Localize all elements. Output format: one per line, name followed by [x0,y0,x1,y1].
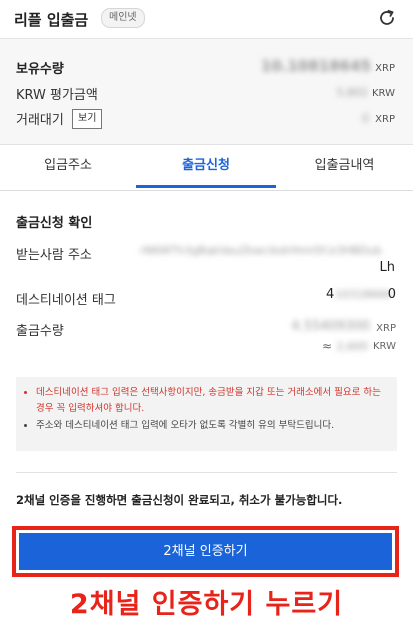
withdraw-amount-label: 출금수량 [16,324,64,339]
approx-krw-value: 2,600 [336,340,369,353]
tab-history[interactable]: 입출금내역 [276,145,413,190]
withdraw-amount-unit: XRP [376,323,396,334]
notice-item-tag-optional: 데스티네이션 태그 입력은 선택사항이지만, 송금받을 지갑 또는 거래소에서 … [36,385,387,417]
two-channel-auth-button[interactable]: 2채널 인증하기 [19,533,392,570]
confirm-warning-text: 2채널 인증을 진행하면 출금신청이 완료되고, 취소가 불가능합니다. [16,493,343,507]
refresh-icon[interactable] [376,7,398,29]
instruction-callout: 2채널 인증하기 누르기 [69,589,344,620]
approx-symbol: ≈ [322,339,333,353]
balance-unit: XRP [375,63,395,74]
active-tab-indicator [136,185,276,188]
network-badge: 메인넷 [101,8,145,28]
tab-withdraw-request[interactable]: 출금신청 [136,145,276,190]
krw-label: KRW 평가금액 [16,88,98,103]
destination-tag-middle: 10318666 [335,288,391,301]
notice-item-typo-warning: 주소와 데스티네이션 태그 입력에 오타가 없도록 각별히 유의 부탁드립니다. [36,418,387,434]
app-header: 리플 입출금 메인넷 [0,0,413,39]
pending-unit: XRP [375,114,395,125]
balance-label: 보유수량 [16,62,64,77]
view-pending-button[interactable]: 보기 [72,109,103,129]
pending-label: 거래대기 [16,113,64,128]
notice-box: 데스티네이션 태그 입력은 선택사항이지만, 송금받을 지갑 또는 거래소에서 … [16,377,397,451]
page-title: 리플 입출금 [14,11,89,29]
recipient-address-value: rN6WTh3gBqkVauZkwcibdrHmrDCe3HBDub [140,244,382,257]
holdings-panel: 보유수량 10.10818645 XRP KRW 평가금액 5,802 KRW … [0,39,413,145]
destination-tag-first: 4 [326,287,335,302]
pending-value: 0 [362,112,369,125]
destination-tag-label: 데스티네이션 태그 [16,293,116,308]
krw-value: 5,802 [336,86,369,99]
destination-tag-last: 0 [387,287,396,302]
approx-krw-unit: KRW [373,341,396,352]
tab-deposit-address[interactable]: 입금주소 [0,145,136,190]
confirm-section-title: 출금신청 확인 [16,216,93,231]
recipient-address-tail: Lh [379,260,395,275]
recipient-address-label: 받는사람 주소 [16,248,92,263]
divider [16,472,397,473]
balance-value: 10.10818645 [260,57,371,75]
krw-unit: KRW [372,88,395,99]
withdraw-amount-value: 4.55409300 [291,319,370,334]
